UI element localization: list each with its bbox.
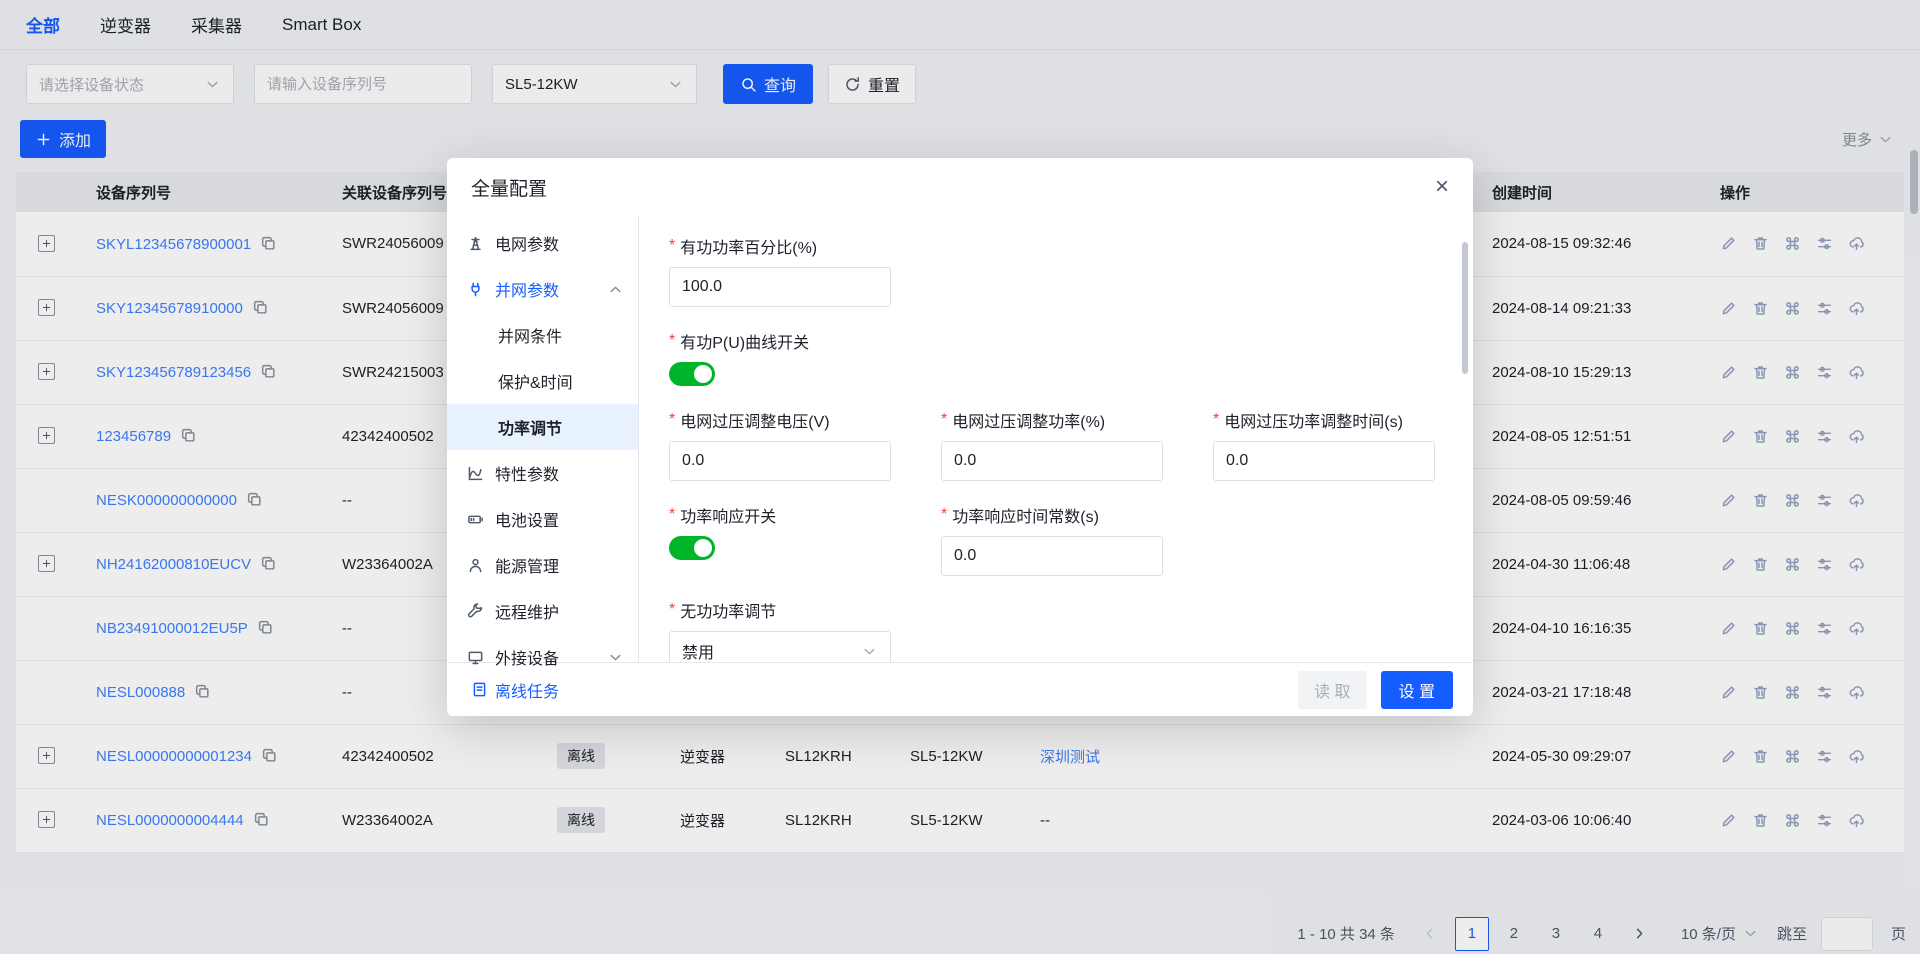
- chevron-down-icon: [861, 643, 878, 660]
- reactive-power-value: 禁用: [682, 639, 714, 662]
- form-row: * 有功功率百分比(%): [669, 234, 1443, 307]
- offline-task-label: 离线任务: [495, 678, 559, 702]
- field-ov-power: * 电网过压调整功率(%): [941, 408, 1213, 481]
- field-label: 功率响应时间常数(s): [952, 503, 1099, 527]
- config-menu-item[interactable]: 能源管理: [447, 542, 638, 588]
- switch-knob: [694, 539, 712, 557]
- switch-knob: [694, 365, 712, 383]
- pu-curve-switch[interactable]: [669, 362, 715, 386]
- modal-title: 全量配置: [471, 174, 547, 201]
- config-menu-item[interactable]: 并网参数: [447, 266, 638, 312]
- characteristic-icon: [467, 465, 484, 482]
- menu-item-label: 功率调节: [498, 415, 562, 439]
- config-menu-item[interactable]: 外接设备: [447, 634, 638, 680]
- read-button[interactable]: 读 取: [1298, 671, 1366, 709]
- menu-item-label: 并网条件: [498, 323, 562, 347]
- menu-item-label: 远程维护: [495, 599, 559, 623]
- field-active-power-pct: * 有功功率百分比(%): [669, 234, 941, 307]
- chevron-down-icon: [607, 649, 624, 666]
- menu-item-label: 特性参数: [495, 461, 559, 485]
- config-menu-item[interactable]: 并网条件: [447, 312, 638, 358]
- grid-connection-icon: [467, 281, 484, 298]
- field-label: 电网过压调整功率(%): [952, 408, 1105, 432]
- set-button[interactable]: 设 置: [1381, 671, 1453, 709]
- field-power-response-time: * 功率响应时间常数(s): [941, 503, 1213, 576]
- grid-params-icon: [467, 235, 484, 252]
- remote-maintenance-icon: [467, 603, 484, 620]
- offline-task-link[interactable]: 离线任务: [471, 678, 559, 702]
- field-power-response-switch: * 功率响应开关: [669, 503, 941, 576]
- required-mark: *: [669, 411, 675, 429]
- power-response-time-input[interactable]: [941, 536, 1163, 576]
- field-label: 功率响应开关: [680, 503, 776, 527]
- required-mark: *: [1213, 411, 1219, 429]
- field-label: 有功P(U)曲线开关: [680, 329, 809, 353]
- battery-icon: [467, 511, 484, 528]
- required-mark: *: [941, 506, 947, 524]
- config-menu-item[interactable]: 远程维护: [447, 588, 638, 634]
- power-response-switch[interactable]: [669, 536, 715, 560]
- form-row: * 有功P(U)曲线开关: [669, 329, 1443, 386]
- form-row: * 电网过压调整电压(V) * 电网过压调整功率(%) * 电网过压功率调整: [669, 408, 1443, 481]
- config-menu-item[interactable]: 功率调节: [447, 404, 638, 450]
- close-icon[interactable]: ×: [1435, 175, 1449, 199]
- menu-item-label: 外接设备: [495, 645, 559, 669]
- config-menu-item[interactable]: 电网参数: [447, 220, 638, 266]
- energy-icon: [467, 557, 484, 574]
- modal-body: 电网参数并网参数并网条件保护&时间功率调节特性参数电池设置能源管理远程维护外接设…: [447, 216, 1473, 662]
- chevron-up-icon: [607, 281, 624, 298]
- field-label: 电网过压调整电压(V): [680, 408, 829, 432]
- required-mark: *: [941, 411, 947, 429]
- menu-item-label: 电池设置: [495, 507, 559, 531]
- external-device-icon: [467, 649, 484, 666]
- full-config-modal: 全量配置 × 电网参数并网参数并网条件保护&时间功率调节特性参数电池设置能源管理…: [447, 158, 1473, 716]
- field-label: 无功功率调节: [680, 598, 776, 622]
- required-mark: *: [669, 506, 675, 524]
- config-form: * 有功功率百分比(%) * 有功P(U)曲线开关: [639, 216, 1473, 662]
- field-pu-curve-switch: * 有功P(U)曲线开关: [669, 329, 941, 386]
- field-label: 电网过压功率调整时间(s): [1224, 408, 1403, 432]
- config-menu: 电网参数并网参数并网条件保护&时间功率调节特性参数电池设置能源管理远程维护外接设…: [447, 216, 639, 662]
- required-mark: *: [669, 237, 675, 255]
- ov-power-input[interactable]: [941, 441, 1163, 481]
- ov-time-input[interactable]: [1213, 441, 1435, 481]
- form-row: * 功率响应开关 * 功率响应时间常数(s): [669, 503, 1443, 576]
- modal-header: 全量配置 ×: [447, 158, 1473, 216]
- form-row: * 无功功率调节 禁用: [669, 598, 1443, 662]
- menu-item-label: 保护&时间: [498, 369, 573, 393]
- document-icon: [471, 681, 488, 698]
- reactive-power-select[interactable]: 禁用: [669, 631, 891, 662]
- config-menu-item[interactable]: 特性参数: [447, 450, 638, 496]
- required-mark: *: [669, 601, 675, 619]
- menu-item-label: 能源管理: [495, 553, 559, 577]
- config-menu-item[interactable]: 保护&时间: [447, 358, 638, 404]
- field-ov-time: * 电网过压功率调整时间(s): [1213, 408, 1473, 481]
- modal-scrollbar[interactable]: [1462, 242, 1468, 374]
- field-label: 有功功率百分比(%): [680, 234, 817, 258]
- config-menu-item[interactable]: 电池设置: [447, 496, 638, 542]
- menu-item-label: 电网参数: [495, 231, 559, 255]
- ov-voltage-input[interactable]: [669, 441, 891, 481]
- required-mark: *: [669, 332, 675, 350]
- field-ov-voltage: * 电网过压调整电压(V): [669, 408, 941, 481]
- active-power-pct-input[interactable]: [669, 267, 891, 307]
- menu-item-label: 并网参数: [495, 277, 559, 301]
- field-reactive-power: * 无功功率调节 禁用: [669, 598, 941, 662]
